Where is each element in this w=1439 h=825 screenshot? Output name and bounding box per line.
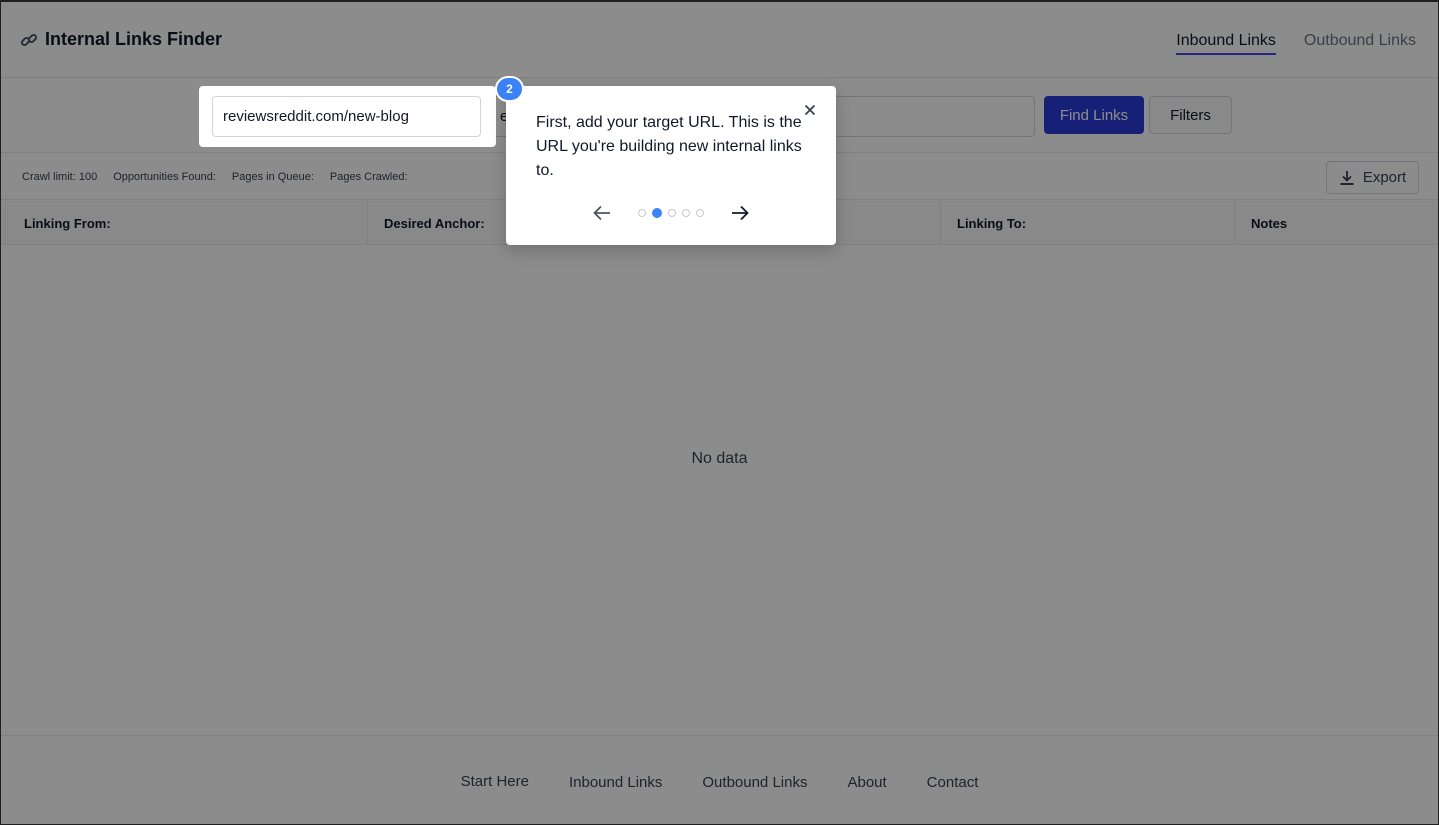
step-dots bbox=[638, 208, 704, 218]
close-icon[interactable] bbox=[802, 102, 818, 118]
tour-text: First, add your target URL. This is the … bbox=[536, 114, 802, 179]
step-dot[interactable] bbox=[696, 209, 704, 217]
tour-step-badge: 2 bbox=[495, 76, 524, 102]
tour-highlight bbox=[199, 86, 496, 147]
highlighted-target-url-input[interactable] bbox=[212, 96, 481, 137]
arrow-left-icon[interactable] bbox=[592, 204, 612, 222]
step-dot[interactable] bbox=[638, 209, 646, 217]
app-window: Internal Links Finder Inbound Links Outb… bbox=[1, 2, 1438, 824]
step-dot[interactable] bbox=[652, 208, 662, 218]
arrow-right-icon[interactable] bbox=[730, 204, 750, 222]
step-dot[interactable] bbox=[682, 209, 690, 217]
tour-popover: First, add your target URL. This is the … bbox=[506, 86, 836, 245]
step-dot[interactable] bbox=[668, 209, 676, 217]
tour-navigation bbox=[506, 203, 836, 223]
